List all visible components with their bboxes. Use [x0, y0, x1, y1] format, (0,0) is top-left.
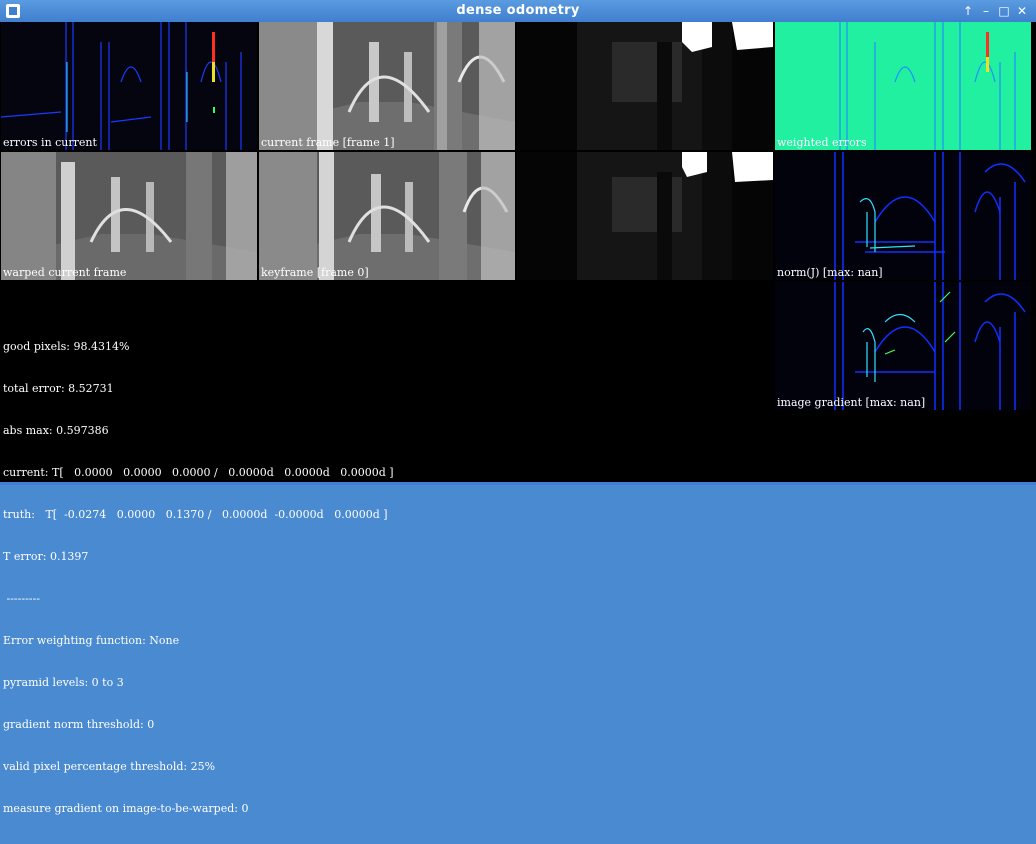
- depth-keyframe-panel[interactable]: [517, 152, 773, 280]
- visualization-area: errors in current current frame [frame 1…: [1, 22, 1033, 815]
- separator-text: ---------: [3, 592, 40, 605]
- panel-label: weighted errors: [777, 136, 867, 149]
- total-error-text: total error: 8.52731: [3, 382, 114, 395]
- keyframe-panel[interactable]: keyframe [frame 0]: [259, 152, 515, 280]
- errors-in-current-panel[interactable]: errors in current: [1, 22, 257, 150]
- minimize-icon[interactable]: –: [978, 3, 994, 19]
- norm-j-panel[interactable]: norm(J) [max: nan]: [775, 152, 1031, 280]
- truth-pose-text: truth: T[ -0.0274 0.0000 0.1370 / 0.0000…: [3, 508, 388, 521]
- valid-pixel-threshold-text: valid pixel percentage threshold: 25%: [3, 760, 216, 773]
- t-error-text: T error: 0.1397: [3, 550, 89, 563]
- weighted-errors-image: [775, 22, 1031, 150]
- current-pose-text: current: T[ 0.0000 0.0000 0.0000 / 0.000…: [3, 466, 394, 479]
- window-title: dense odometry: [456, 3, 580, 18]
- app-window: dense odometry ↑ – □ ✕ errors in current…: [0, 0, 1036, 815]
- current-frame-image: [259, 22, 515, 150]
- panel-label: norm(J) [max: nan]: [777, 266, 883, 279]
- keep-above-icon[interactable]: ↑: [960, 3, 976, 19]
- depth-keyframe-image: [517, 152, 773, 280]
- statistics-text: good pixels: 98.4314% total error: 8.527…: [3, 312, 394, 844]
- warped-frame-image: [1, 152, 257, 280]
- error-weighting-text: Error weighting function: None: [3, 634, 180, 647]
- image-gradient-panel[interactable]: image gradient [max: nan]: [775, 282, 1031, 410]
- good-pixels-text: good pixels: 98.4314%: [3, 340, 130, 353]
- gradient-threshold-text: gradient norm threshold: 0: [3, 718, 155, 731]
- pyramid-levels-text: pyramid levels: 0 to 3: [3, 676, 124, 689]
- weighted-errors-panel[interactable]: weighted errors: [775, 22, 1031, 150]
- norm-j-image: [775, 152, 1031, 280]
- warped-current-frame-panel[interactable]: warped current frame: [1, 152, 257, 280]
- depth-current-image: [517, 22, 773, 150]
- measure-gradient-text: measure gradient on image-to-be-warped: …: [3, 802, 249, 815]
- depth-current-panel[interactable]: [517, 22, 773, 150]
- errors-image: [1, 22, 257, 150]
- image-gradient-image: [775, 282, 1031, 410]
- current-frame-panel[interactable]: current frame [frame 1]: [259, 22, 515, 150]
- panel-label: keyframe [frame 0]: [261, 266, 369, 279]
- keyframe-image: [259, 152, 515, 280]
- panel-label: current frame [frame 1]: [261, 136, 395, 149]
- panel-label: errors in current: [3, 136, 97, 149]
- close-icon[interactable]: ✕: [1014, 3, 1030, 19]
- abs-max-text: abs max: 0.597386: [3, 424, 109, 437]
- title-bar[interactable]: dense odometry ↑ – □ ✕: [0, 0, 1036, 22]
- maximize-icon[interactable]: □: [996, 3, 1012, 19]
- panel-label: warped current frame: [3, 266, 127, 279]
- panel-label: image gradient [max: nan]: [777, 396, 926, 409]
